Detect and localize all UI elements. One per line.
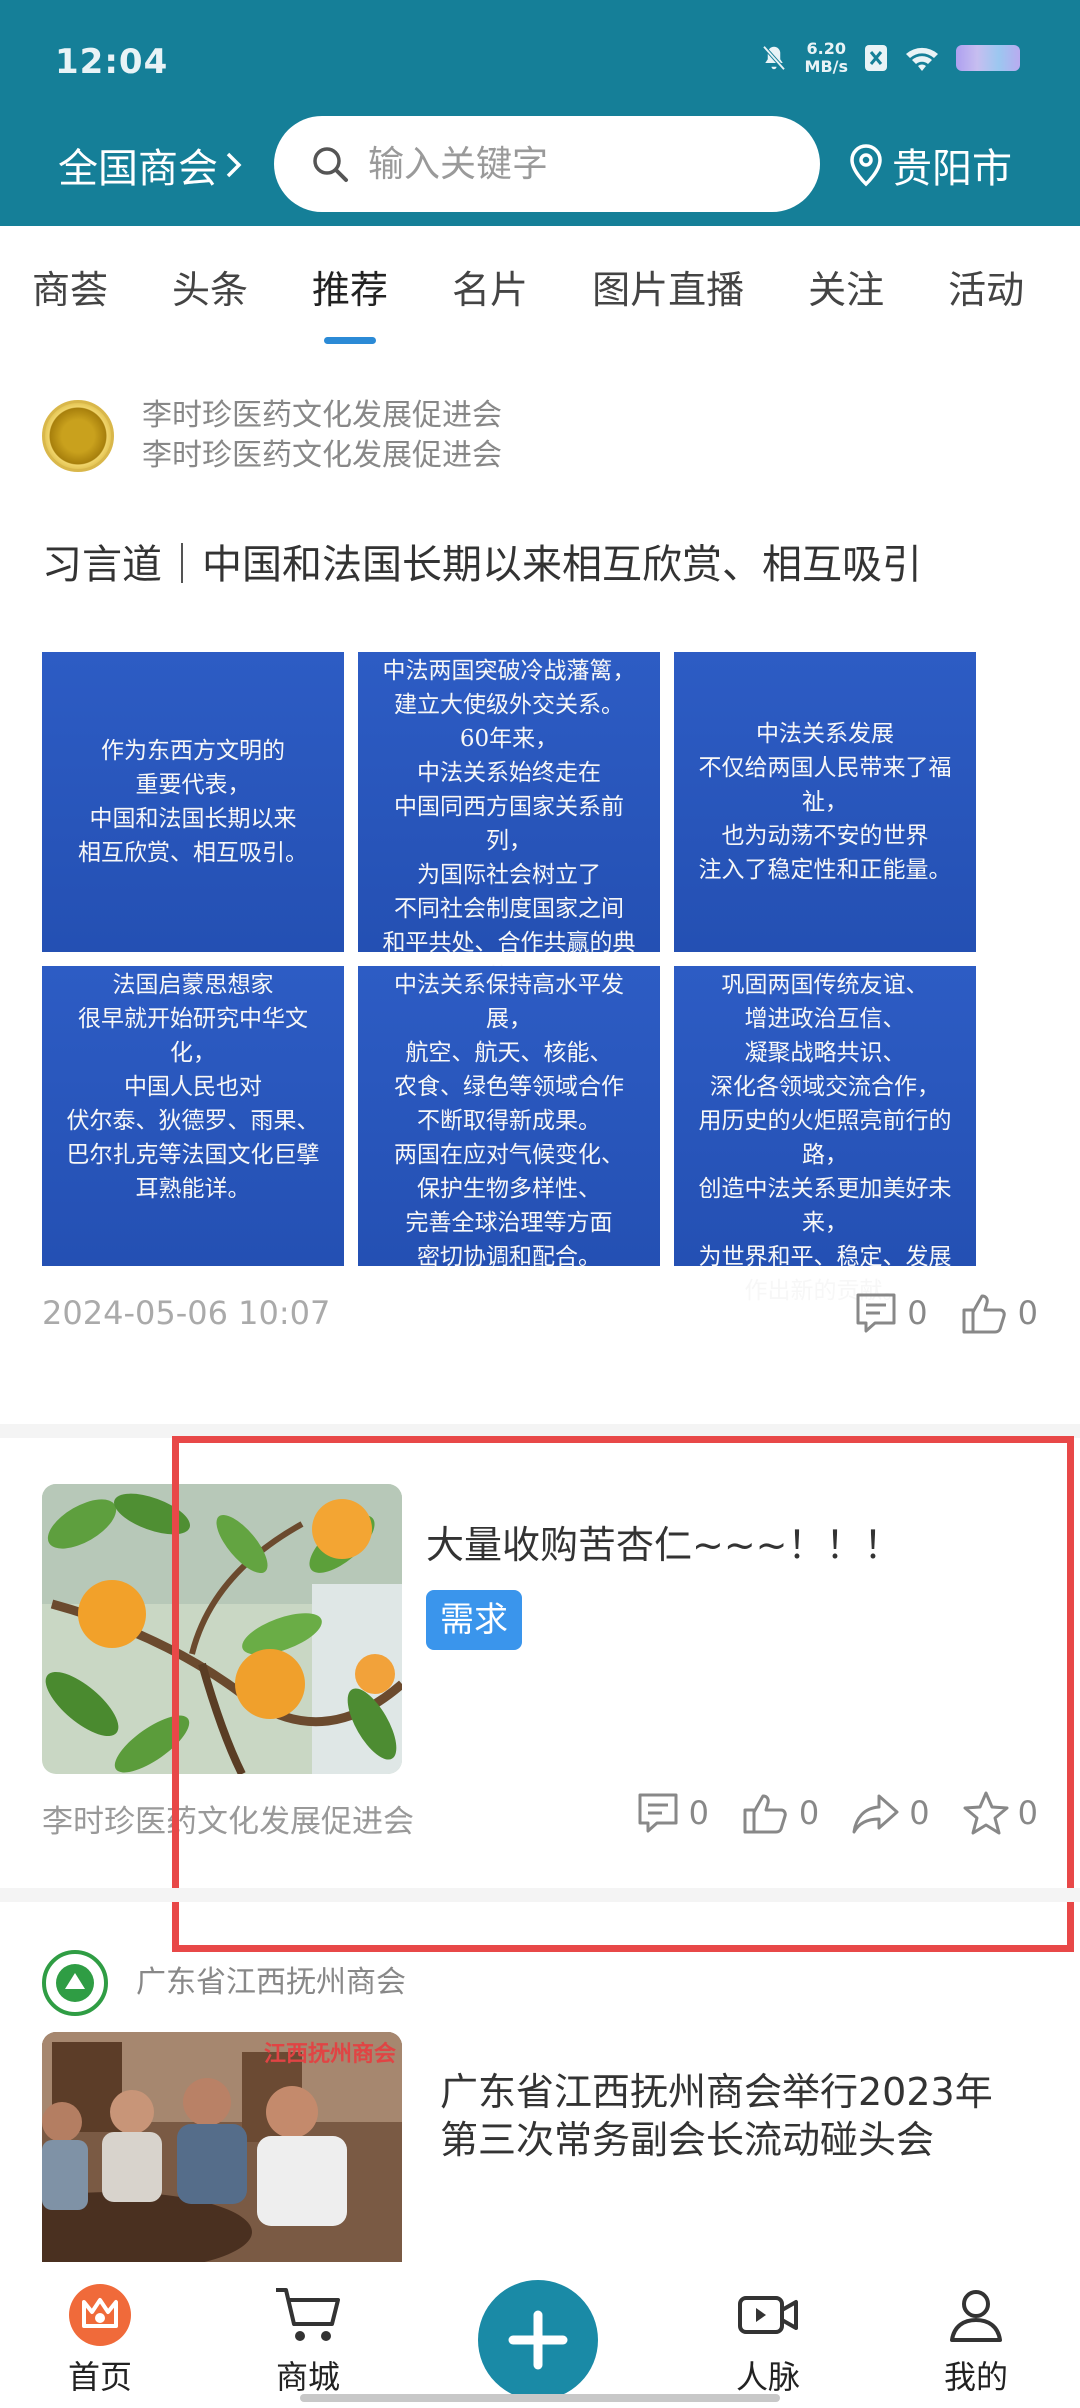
cart-icon xyxy=(276,2288,340,2341)
post-image[interactable]: 巩固两国传统友谊、 增进政治互信、 凝聚战略共识、 深化各领域交流合作， 用历史… xyxy=(674,966,976,1304)
post-author[interactable]: 李时珍医药文化发展促进会 李时珍医药文化发展促进会 xyxy=(42,396,502,476)
post-thumbnail[interactable]: 江西抚州商会 xyxy=(42,2032,402,2262)
nav-mall[interactable]: 商城 xyxy=(270,2282,346,2398)
post-image[interactable]: 法国启蒙思想家 很早就开始研究中华文化， 中国人民也对 伏尔泰、狄德罗、雨果、 … xyxy=(42,966,344,1266)
nav-contacts-label: 人脉 xyxy=(735,2358,800,2396)
post-image[interactable]: 中法关系保持高水平发展， 航空、航天、核能、 农食、绿色等领域合作 不断取得新成… xyxy=(358,966,660,1270)
app-header: 12:04 6.20 MB/s 全国商会 贵阳市 xyxy=(0,0,1080,226)
comment-button[interactable]: 0 xyxy=(853,1290,928,1336)
net-speed-value: 6.20 xyxy=(806,39,846,58)
add-post-button[interactable] xyxy=(478,2280,598,2400)
location-pin-icon xyxy=(850,144,882,187)
search-icon xyxy=(313,147,348,182)
author-subtitle: 李时珍医药文化发展促进会 xyxy=(142,438,502,473)
search-bar[interactable] xyxy=(274,116,820,212)
nav-mine-label: 我的 xyxy=(943,2358,1008,2396)
plus-icon xyxy=(508,2310,568,2370)
feed-divider xyxy=(0,1888,1080,1902)
post-date: 2024-05-06 10:07 xyxy=(42,1294,331,1332)
nav-mine[interactable]: 我的 xyxy=(938,2282,1014,2398)
nav-home[interactable]: 首页 xyxy=(62,2282,138,2398)
comment-count: 0 xyxy=(907,1294,928,1332)
post-image[interactable]: 中法关系发展 不仅给两国人民带来了福祉， 也为动荡不安的世界 注入了稳定性和正能… xyxy=(674,652,976,952)
tab-recommend[interactable]: 推荐 xyxy=(312,259,388,314)
tab-cards[interactable]: 名片 xyxy=(452,259,528,314)
mute-bell-icon xyxy=(762,45,785,71)
post-image[interactable]: 中法两国突破冷战藩篱， 建立大使级外交关系。 60年来， 中法关系始终走在 中国… xyxy=(358,652,660,990)
post-image[interactable]: 作为东西方文明的 重要代表， 中国和法国长期以来 相互欣赏、相互吸引。 xyxy=(42,652,344,952)
tab-headlines[interactable]: 头条 xyxy=(172,259,248,314)
tab-photo-live[interactable]: 图片直播 xyxy=(592,259,744,314)
wifi-icon xyxy=(906,47,938,71)
post-image-grid: 作为东西方文明的 重要代表， 中国和法国长期以来 相互欣赏、相互吸引。 中法两国… xyxy=(42,652,976,1304)
highlight-box xyxy=(172,1436,1074,1952)
tab-shanghui[interactable]: 商荟 xyxy=(32,259,108,314)
profile-icon xyxy=(950,2290,1002,2342)
battery-icon xyxy=(956,45,1020,71)
author-name: 李时珍医药文化发展促进会 xyxy=(142,398,502,433)
comment-icon xyxy=(856,1293,896,1333)
chamber-logo-icon xyxy=(56,1964,94,2002)
like-button[interactable]: 0 xyxy=(960,1290,1038,1336)
chevron-right-icon xyxy=(226,152,242,178)
home-logo-icon xyxy=(69,2284,131,2346)
post-stats: 0 0 xyxy=(853,1290,1038,1336)
city-label: 贵阳市 xyxy=(892,146,1012,192)
post-title[interactable]: 习言道｜中国和法国长期以来相互欣赏、相互吸引 xyxy=(42,532,922,590)
tab-events[interactable]: 活动 xyxy=(948,259,1024,314)
thumbs-up-icon xyxy=(962,1294,1006,1334)
post-author[interactable]: 广东省江西抚州商会 xyxy=(42,1950,406,2016)
author-name: 广东省江西抚州商会 xyxy=(136,1965,406,2000)
net-speed-unit: MB/s xyxy=(804,57,848,76)
nav-home-label: 首页 xyxy=(67,2358,132,2396)
nav-contacts[interactable]: 人脉 xyxy=(730,2282,806,2398)
search-input[interactable] xyxy=(368,143,748,185)
nav-mall-label: 商城 xyxy=(275,2358,340,2396)
region-selector[interactable]: 全国商会 xyxy=(58,136,244,194)
status-icons: 6.20 MB/s xyxy=(759,40,1020,76)
author-names: 李时珍医药文化发展促进会 李时珍医药文化发展促进会 xyxy=(142,396,502,476)
avatar[interactable] xyxy=(42,400,114,472)
net-speed: 6.20 MB/s xyxy=(805,40,848,76)
video-camera-icon xyxy=(738,2296,798,2334)
post-meta: 2024-05-06 10:07 0 0 xyxy=(42,1290,1038,1336)
like-count: 0 xyxy=(1017,1294,1038,1332)
sim-off-icon xyxy=(865,45,887,71)
avatar[interactable] xyxy=(42,1950,108,2016)
home-indicator[interactable] xyxy=(300,2394,780,2402)
location-selector[interactable]: 贵阳市 xyxy=(846,136,1012,194)
status-time: 12:04 xyxy=(55,42,169,82)
post-title[interactable]: 广东省江西抚州商会举行2023年第三次常务副会长流动碰头会 xyxy=(440,2068,1020,2164)
category-tabs: 商荟 头条 推荐 名片 图片直播 关注 活动 xyxy=(0,226,1080,346)
tab-follow[interactable]: 关注 xyxy=(808,259,884,314)
thumb-caption: 江西抚州商会 xyxy=(263,2042,396,2067)
region-label: 全国商会 xyxy=(58,146,218,192)
